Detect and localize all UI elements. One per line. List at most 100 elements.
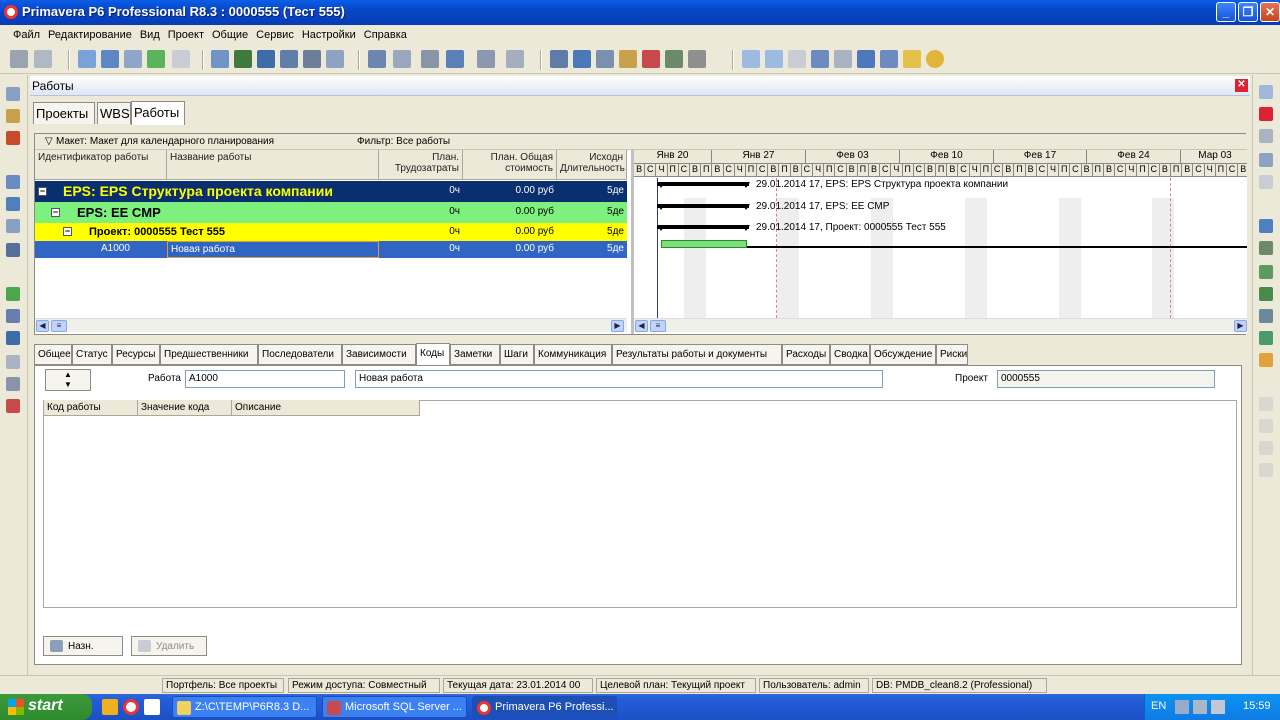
columns-icon[interactable] [78, 50, 96, 68]
print-icon[interactable] [10, 50, 28, 68]
col-activity-id[interactable]: Идентификатор работы [35, 150, 167, 180]
col-planned-cost[interactable]: План. Общая стоимость [463, 150, 557, 180]
menu-help[interactable]: Справка [361, 26, 410, 41]
table-row[interactable]: − EPS: EPS Структура проекта компании 0ч… [35, 181, 627, 202]
add-icon[interactable] [1259, 85, 1273, 99]
indent-icon[interactable] [1259, 463, 1273, 477]
summary-bar[interactable] [657, 204, 749, 208]
collapse-icon[interactable]: − [63, 227, 72, 236]
zoom-out-icon[interactable] [765, 50, 783, 68]
group-sort-icon[interactable] [368, 50, 386, 68]
detail-tab[interactable]: Статус [72, 344, 112, 365]
tab-projects[interactable]: Проекты [33, 102, 95, 124]
detail-tab[interactable]: Результаты работы и документы [612, 344, 782, 365]
detail-tab[interactable]: Шаги [500, 344, 534, 365]
store-period-icon[interactable] [619, 50, 637, 68]
tracking-icon[interactable] [6, 287, 20, 301]
language-indicator[interactable]: EN [1151, 700, 1166, 712]
menu-admin[interactable]: Настройки [299, 26, 359, 41]
layout-label[interactable]: Макет: Макет для календарного планирован… [56, 136, 274, 147]
assign-role-icon[interactable] [1259, 241, 1273, 255]
activity-name-field[interactable]: Новая работа [355, 370, 883, 388]
activity-nav-stepper[interactable]: ▲ ▼ [45, 369, 91, 391]
calculator-icon[interactable] [6, 377, 20, 391]
menu-view[interactable]: Вид [137, 26, 163, 41]
vm-icon[interactable] [1211, 700, 1225, 714]
scroll-right-icon[interactable]: ▶ [1234, 320, 1247, 332]
remove-button[interactable]: Удалить [131, 636, 207, 656]
user-icon[interactable] [6, 197, 20, 211]
timescale-icon[interactable] [326, 50, 344, 68]
progress-icon[interactable] [688, 50, 706, 68]
tab-wbs[interactable]: WBS [97, 102, 131, 124]
schedule-icon[interactable] [573, 50, 591, 68]
summary-bar[interactable] [657, 225, 749, 229]
portfolio-icon[interactable] [6, 309, 20, 323]
paste-icon[interactable] [1259, 175, 1273, 189]
wbs-icon[interactable] [6, 109, 20, 123]
chart-icon[interactable] [257, 50, 275, 68]
volume-icon[interactable] [1193, 700, 1207, 714]
start-button[interactable]: start [0, 694, 92, 720]
reports-icon[interactable] [6, 243, 20, 257]
detail-tab[interactable]: Общее [34, 344, 72, 365]
scroll-thumb[interactable]: ≡ [650, 320, 666, 332]
numbering-icon[interactable] [506, 50, 524, 68]
assign-code-icon[interactable] [1259, 265, 1273, 279]
resource-profile-icon[interactable] [280, 50, 298, 68]
issues-icon[interactable] [6, 399, 20, 413]
task-explorer[interactable]: Z:\C\TEMP\P6R8.3 D... [172, 696, 317, 718]
panel-close-icon[interactable]: ✕ [1235, 79, 1248, 92]
assign-button[interactable]: Назн. [43, 636, 123, 656]
menu-file[interactable]: Файл [10, 26, 43, 41]
col-activity-name[interactable]: Название работы [167, 150, 379, 180]
activity-network-icon[interactable] [172, 50, 190, 68]
task-primavera[interactable]: Primavera P6 Professi... [472, 696, 617, 718]
zoom-icon[interactable] [788, 50, 806, 68]
summary-bar[interactable] [657, 182, 749, 186]
table-hscrollbar[interactable]: ◀ ≡ ▶ [35, 318, 627, 332]
filter-icon[interactable] [446, 50, 464, 68]
cursor-select-icon[interactable] [147, 50, 165, 68]
network-icon[interactable] [1175, 700, 1189, 714]
primavera-launch-icon[interactable] [123, 699, 139, 715]
collapse-icon[interactable]: − [38, 187, 47, 196]
menu-edit[interactable]: Редактирование [45, 26, 135, 41]
resources-icon[interactable] [6, 219, 20, 233]
tab-activities[interactable]: Работы [131, 101, 185, 125]
detail-tab[interactable]: Расходы [782, 344, 830, 365]
document-icon[interactable] [6, 355, 20, 369]
move-down-icon[interactable] [1259, 419, 1273, 433]
delete-icon[interactable] [1259, 107, 1273, 121]
activity-bar[interactable] [661, 240, 747, 248]
detail-tab[interactable]: Коммуникация [534, 344, 612, 365]
menu-project[interactable]: Проект [165, 26, 207, 41]
menu-enterprise[interactable]: Общие [209, 26, 251, 41]
outdent-icon[interactable] [1259, 441, 1273, 455]
link-activities-icon[interactable] [642, 50, 660, 68]
close-button[interactable]: ✕ [1260, 2, 1280, 22]
folder-icon[interactable] [6, 175, 20, 189]
col-code-value[interactable]: Значение кода [138, 400, 232, 416]
link-icon[interactable] [1259, 287, 1273, 301]
zoom-layout-icon[interactable] [477, 50, 495, 68]
level-icon[interactable] [596, 50, 614, 68]
bars-icon[interactable] [234, 50, 252, 68]
relationship-icon[interactable] [1259, 309, 1273, 323]
assign-icon[interactable] [665, 50, 683, 68]
note-icon[interactable] [903, 50, 921, 68]
copy-icon[interactable] [1259, 153, 1273, 167]
col-code[interactable]: Код работы [44, 400, 138, 416]
zoom-in-icon[interactable] [742, 50, 760, 68]
print-preview-icon[interactable] [34, 50, 52, 68]
help-icon[interactable] [926, 50, 944, 68]
collapse-icon[interactable]: − [51, 208, 60, 217]
layout-icon[interactable] [101, 50, 119, 68]
projects-icon[interactable] [6, 87, 20, 101]
table-icon[interactable] [550, 50, 568, 68]
bars-settings-icon[interactable] [421, 50, 439, 68]
col-description[interactable]: Описание [232, 400, 420, 416]
detail-tab[interactable]: Сводка [830, 344, 870, 365]
scroll-left-icon[interactable]: ◀ [36, 320, 49, 332]
detail-tab[interactable]: Последователи [258, 344, 342, 365]
